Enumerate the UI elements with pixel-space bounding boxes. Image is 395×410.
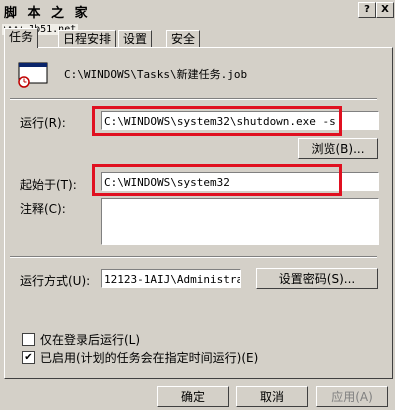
- enabled-label: 已启用(计划的任务会在指定时间运行)(E): [40, 351, 259, 365]
- comments-label: 注释(C):: [20, 202, 66, 216]
- only-logged-on-label: 仅在登录后运行(L): [40, 333, 141, 347]
- watermark-title: 脚 本 之 家: [4, 6, 91, 21]
- run-command-input[interactable]: C:\WINDOWS\system32\shutdown.exe -s: [101, 111, 379, 130]
- close-button[interactable]: X: [376, 2, 394, 18]
- tab-settings[interactable]: 设置: [118, 30, 153, 47]
- task-file-path: C:\WINDOWS\Tasks\新建任务.job: [64, 68, 248, 81]
- tab-security[interactable]: 安全: [166, 30, 201, 47]
- tab-schedule[interactable]: 日程安排: [58, 30, 117, 47]
- set-password-button[interactable]: 设置密码(S)...: [256, 268, 378, 289]
- ok-button[interactable]: 确定: [157, 386, 229, 407]
- enabled-checkbox[interactable]: ✔: [22, 351, 35, 364]
- run-as-label: 运行方式(U):: [20, 274, 91, 288]
- comments-textarea[interactable]: [101, 198, 379, 245]
- task-properties-window: 脚 本 之 家 ? X www.Jb51.net 任务 日程安排 设置 安全 C…: [0, 0, 395, 410]
- separator-top: [10, 98, 377, 100]
- tab-strip: 任务 日程安排 设置 安全: [0, 28, 395, 48]
- help-button[interactable]: ?: [358, 2, 376, 18]
- tab-task[interactable]: 任务: [4, 28, 39, 48]
- title-bar: 脚 本 之 家 ? X: [0, 0, 395, 21]
- start-in-input[interactable]: C:\WINDOWS\system32: [101, 172, 379, 191]
- run-label: 运行(R):: [20, 116, 66, 130]
- browse-button[interactable]: 浏览(B)...: [298, 138, 378, 159]
- cancel-button[interactable]: 取消: [236, 386, 308, 407]
- start-in-label: 起始于(T):: [20, 178, 77, 192]
- task-job-icon: [18, 62, 48, 88]
- separator-middle: [10, 256, 377, 258]
- only-logged-on-checkbox[interactable]: [22, 333, 35, 346]
- run-as-input[interactable]: 12123-1AIJ\Administrato: [101, 269, 241, 288]
- apply-button[interactable]: 应用(A): [316, 386, 388, 407]
